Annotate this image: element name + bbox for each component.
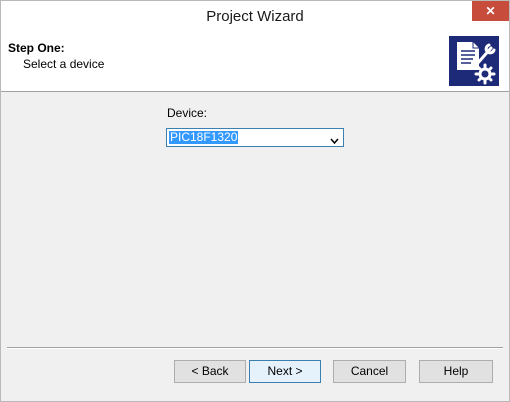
back-button[interactable]: < Back	[174, 360, 246, 383]
step-subtitle: Select a device	[23, 57, 105, 71]
device-label: Device:	[167, 106, 208, 120]
close-icon: ✕	[485, 4, 496, 18]
footer-divider	[7, 347, 503, 349]
chevron-down-icon[interactable]	[330, 134, 339, 145]
step-title: Step One:	[8, 41, 65, 55]
project-wizard-window: Project Wizard ✕ Step One: Select a devi…	[0, 0, 510, 402]
close-button[interactable]: ✕	[472, 1, 509, 21]
window-title: Project Wizard	[206, 8, 304, 25]
wizard-tools-icon	[449, 36, 499, 86]
device-select-value: PIC18F1320	[169, 130, 239, 144]
title-bar: Project Wizard ✕	[1, 1, 509, 32]
help-button[interactable]: Help	[419, 360, 493, 383]
device-select[interactable]: PIC18F1320	[166, 128, 344, 147]
cancel-button[interactable]: Cancel	[333, 360, 406, 383]
next-button[interactable]: Next >	[249, 360, 321, 383]
wizard-header: Step One: Select a device	[1, 32, 509, 92]
